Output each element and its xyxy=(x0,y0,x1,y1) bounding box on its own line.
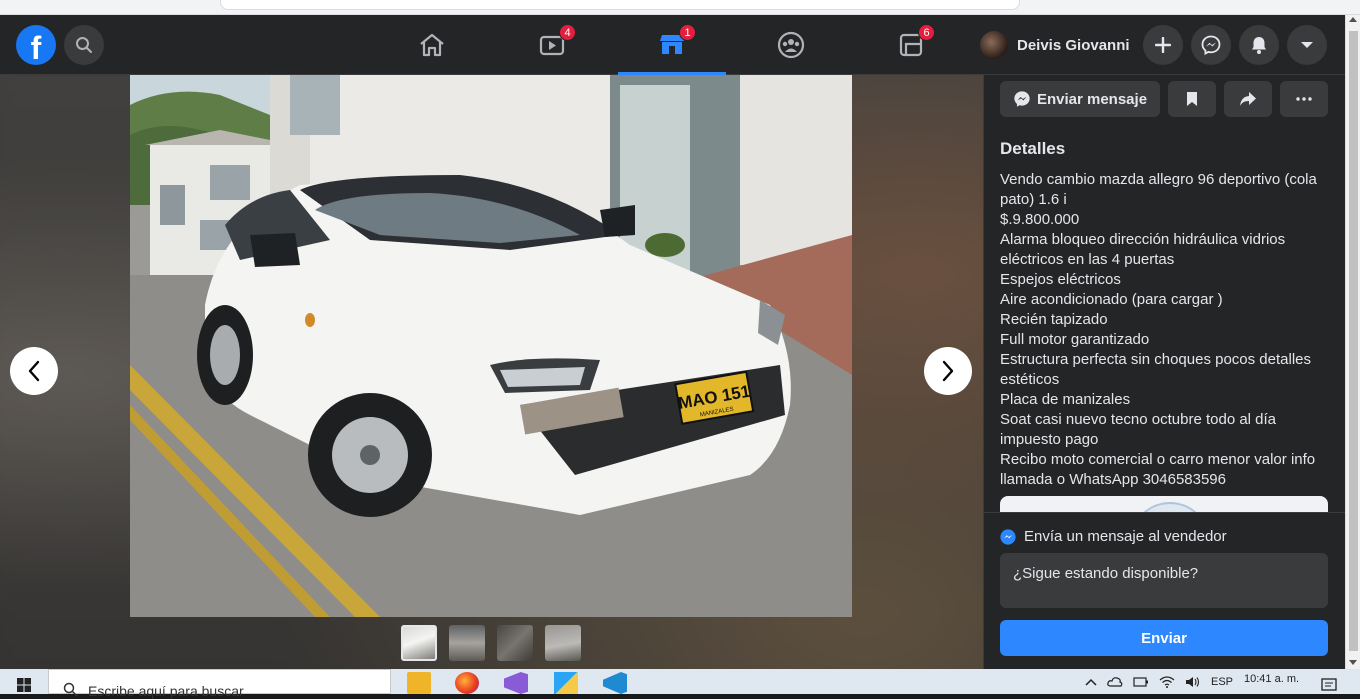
home-icon xyxy=(420,33,444,57)
create-button[interactable] xyxy=(1143,25,1183,65)
scrollbar-thumb[interactable] xyxy=(1349,31,1358,651)
nav-home[interactable] xyxy=(378,15,486,75)
search-button[interactable] xyxy=(64,25,104,65)
more-options-button[interactable] xyxy=(1280,81,1328,117)
description-line: Vendo cambio mazda allegro 96 deportivo … xyxy=(1000,171,1317,208)
photo-thumbnail-strip xyxy=(401,625,581,661)
taskbar-search-box[interactable]: Escribe aquí para buscar xyxy=(48,669,391,699)
car-photo-illustration: MAO 151 MANIZALES xyxy=(130,75,852,617)
profile-link[interactable]: Deivis Giovanni xyxy=(980,29,1130,61)
groups-icon xyxy=(777,31,805,59)
start-button[interactable] xyxy=(0,669,48,694)
photo-thumbnail[interactable] xyxy=(401,625,437,661)
taskbar-clock[interactable]: 10:41 a. m. xyxy=(1244,673,1299,685)
account-menu-button[interactable] xyxy=(1287,25,1327,65)
keyboard-language[interactable]: ESP xyxy=(1211,676,1233,688)
scroll-up-arrow[interactable] xyxy=(1349,17,1357,22)
send-message-label: Enviar mensaje xyxy=(1036,90,1148,108)
bell-icon xyxy=(1252,37,1266,54)
description-line: Soat casi nuevo tecno octubre todo al dí… xyxy=(1000,411,1277,448)
volume-icon[interactable] xyxy=(1185,676,1201,688)
address-bar[interactable] xyxy=(220,0,1020,10)
nav-gaming[interactable]: 6 xyxy=(857,15,965,75)
avatar xyxy=(980,31,1008,59)
description-line: Alarma bloqueo dirección hidráulica vidr… xyxy=(1000,231,1286,268)
marketplace-badge: 1 xyxy=(679,24,696,41)
visual-studio-icon[interactable] xyxy=(504,672,528,694)
installer-icon[interactable] xyxy=(554,672,578,694)
share-icon xyxy=(1240,92,1256,106)
plus-icon xyxy=(1155,37,1171,53)
send-button[interactable]: Enviar xyxy=(1000,620,1328,656)
system-tray: ESP xyxy=(1085,669,1233,694)
details-heading: Detalles xyxy=(1000,139,1066,158)
ellipsis-icon xyxy=(1296,97,1312,101)
photo-thumbnail[interactable] xyxy=(449,625,485,661)
description-line: Placa de manizales xyxy=(1000,391,1131,408)
listing-details-panel: Enviar mensaje Detalles Vendo cambio maz… xyxy=(983,75,1345,669)
top-navigation-bar: f 4 1 6 Deivis Giovanni xyxy=(0,15,1345,75)
listing-action-row: Enviar mensaje xyxy=(1000,81,1328,117)
notifications-button[interactable] xyxy=(1239,25,1279,65)
firefox-icon[interactable] xyxy=(455,672,479,694)
listing-main-photo[interactable]: MAO 151 MANIZALES xyxy=(130,75,852,617)
windows-taskbar: Escribe aquí para buscar ESP 10:41 a. m. xyxy=(0,669,1360,699)
cloud-icon[interactable] xyxy=(1107,676,1123,687)
photo-thumbnail[interactable] xyxy=(497,625,533,661)
listing-photo-viewer: MAO 151 MANIZALES xyxy=(0,75,983,669)
search-icon xyxy=(63,682,78,697)
save-listing-button[interactable] xyxy=(1168,81,1216,117)
chevron-down-icon xyxy=(1301,42,1313,48)
description-line: Recién tapizado xyxy=(1000,311,1108,328)
send-message-button[interactable]: Enviar mensaje xyxy=(1000,81,1160,117)
scroll-down-arrow[interactable] xyxy=(1349,660,1357,665)
nav-marketplace[interactable]: 1 xyxy=(618,15,726,75)
notifications-icon[interactable] xyxy=(1321,678,1337,692)
description-line: Full motor garantizado xyxy=(1000,331,1150,348)
nav-groups[interactable] xyxy=(737,15,845,75)
photo-thumbnail[interactable] xyxy=(545,625,581,661)
search-icon xyxy=(76,37,92,53)
description-line: Recibo moto comercial o carro menor valo… xyxy=(1000,451,1316,488)
browser-toolbar xyxy=(0,0,1360,15)
description-line: $.9.800.000 xyxy=(1000,211,1080,228)
bookmark-icon xyxy=(1187,92,1197,106)
clock-time: 10:41 a. m. xyxy=(1244,673,1300,685)
next-photo-button[interactable] xyxy=(924,347,972,395)
chevron-up-icon[interactable] xyxy=(1085,678,1097,686)
nav-watch[interactable]: 4 xyxy=(498,15,606,75)
profile-name: Deivis Giovanni xyxy=(1017,36,1130,54)
windows-logo-icon xyxy=(17,678,31,692)
description-line: Estructura perfecta sin choques pocos de… xyxy=(1000,351,1312,388)
file-explorer-icon[interactable] xyxy=(407,672,431,694)
facebook-logo[interactable]: f xyxy=(16,25,56,65)
share-listing-button[interactable] xyxy=(1224,81,1272,117)
messenger-icon xyxy=(1014,91,1030,107)
vscode-icon[interactable] xyxy=(603,672,627,694)
page-scrollbar[interactable] xyxy=(1345,15,1360,669)
description-line: Aire acondicionado (para cargar ) xyxy=(1000,291,1223,308)
chevron-left-icon xyxy=(28,360,40,382)
description-line: Espejos eléctricos xyxy=(1000,271,1121,288)
messenger-icon xyxy=(1000,528,1016,545)
messenger-icon xyxy=(1201,35,1221,55)
battery-icon[interactable] xyxy=(1133,676,1149,687)
gaming-badge: 6 xyxy=(918,24,935,41)
message-input[interactable]: ¿Sigue estando disponible? xyxy=(1000,553,1328,608)
taskbar-search-placeholder: Escribe aquí para buscar xyxy=(88,683,244,699)
message-seller-heading: Envía un mensaje al vendedor xyxy=(1000,528,1227,545)
previous-photo-button[interactable] xyxy=(10,347,58,395)
listing-description: Vendo cambio mazda allegro 96 deportivo … xyxy=(1000,170,1335,490)
watch-badge: 4 xyxy=(559,24,576,41)
message-seller-label: Envía un mensaje al vendedor xyxy=(1024,528,1227,545)
chevron-right-icon xyxy=(942,360,954,382)
wifi-icon[interactable] xyxy=(1159,675,1175,688)
message-seller-box: Envía un mensaje al vendedor ¿Sigue esta… xyxy=(984,512,1345,669)
messenger-button[interactable] xyxy=(1191,25,1231,65)
